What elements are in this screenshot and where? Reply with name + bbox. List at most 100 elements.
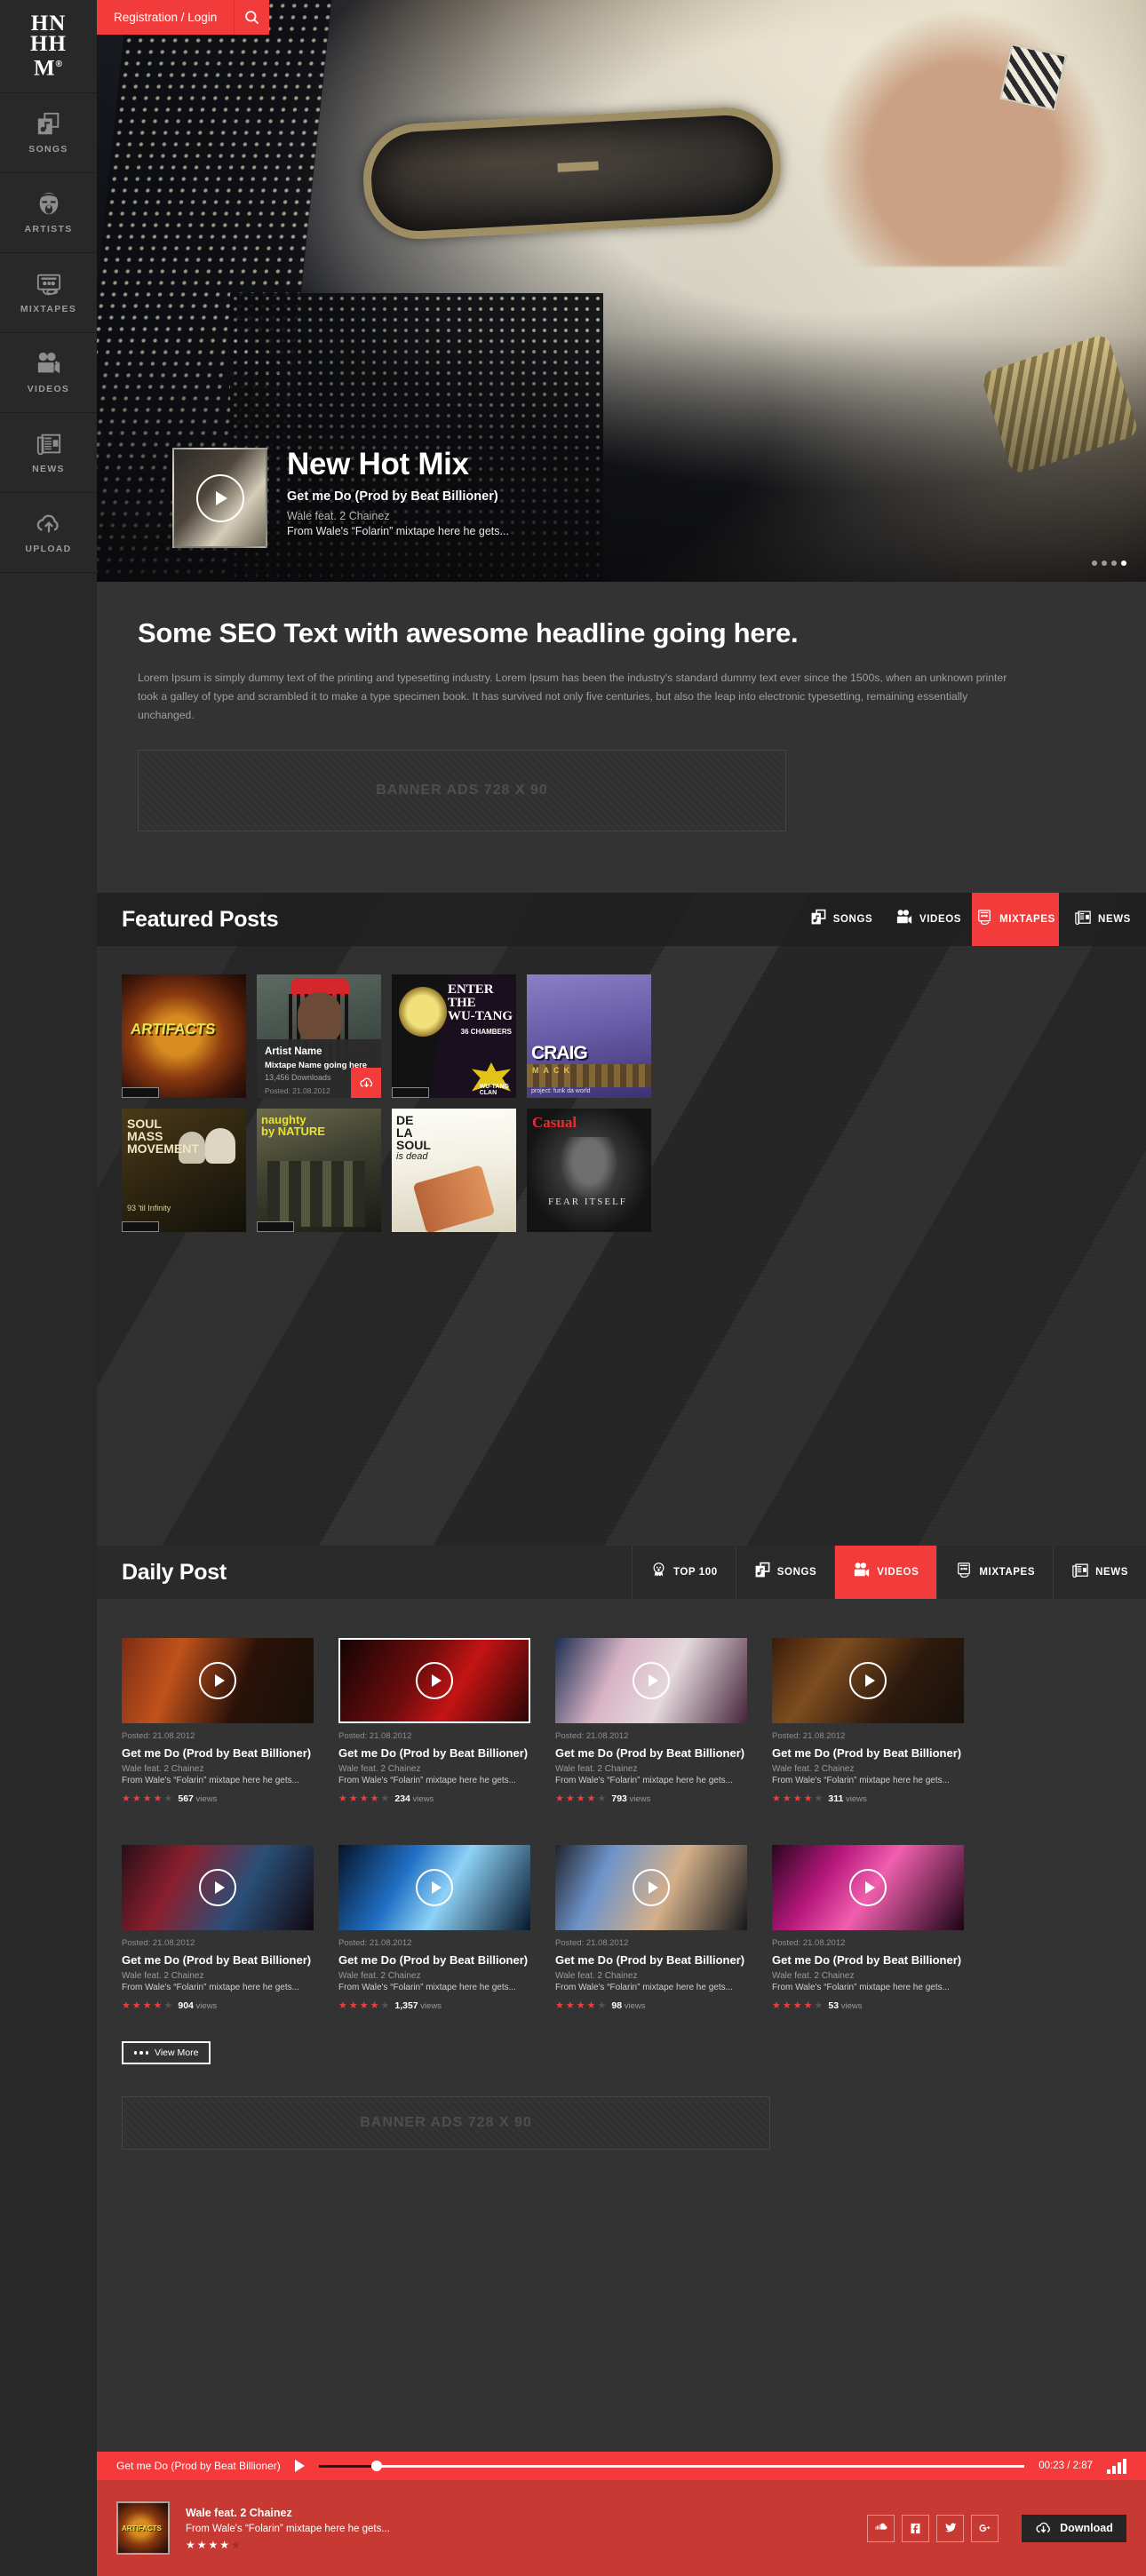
view-count: 1,357 views bbox=[394, 2000, 442, 2011]
soundcloud-share-button[interactable] bbox=[867, 2514, 895, 2542]
banner-ad-bottom[interactable]: BANNER ADS 728 X 90 bbox=[122, 2096, 770, 2150]
video-card[interactable]: Posted: 21.08.2012 Get me Do (Prod by Be… bbox=[555, 1845, 747, 2011]
featured-card[interactable] bbox=[122, 974, 246, 1098]
tab-songs[interactable]: SONGS bbox=[735, 1546, 835, 1599]
video-thumbnail[interactable] bbox=[555, 1845, 747, 1930]
star-rating[interactable]: ★ ★ ★ ★ ★ bbox=[772, 1793, 823, 1804]
tab-news[interactable]: NEWS bbox=[1053, 1546, 1146, 1599]
video-thumbnail[interactable] bbox=[772, 1638, 964, 1723]
featured-card[interactable]: DE LA SOUL is dead bbox=[392, 1109, 516, 1232]
album-thumbnail[interactable] bbox=[116, 2501, 170, 2555]
album-cover-art: ENTER THE WU-TANG 36 CHAMBERS WU-TANG CLAN bbox=[392, 974, 516, 1098]
logo-line-3: M® bbox=[34, 54, 63, 80]
featured-card[interactable]: ENTER THE WU-TANG 36 CHAMBERS WU-TANG CLAN bbox=[392, 974, 516, 1098]
progress-slider[interactable] bbox=[318, 2461, 1025, 2471]
video-card[interactable]: Posted: 21.08.2012 Get me Do (Prod by Be… bbox=[555, 1638, 747, 1804]
star-rating[interactable]: ★ ★ ★ ★ ★ bbox=[122, 1793, 172, 1804]
newspaper-icon bbox=[35, 431, 63, 457]
video-thumbnail-selected[interactable] bbox=[338, 1638, 530, 1723]
sidebar-item-label: MIXTAPES bbox=[20, 304, 77, 314]
carousel-dot[interactable] bbox=[1102, 561, 1107, 566]
play-icon[interactable] bbox=[849, 1869, 887, 1906]
star-rating[interactable]: ★ ★ ★ ★ ★ bbox=[555, 2000, 606, 2011]
video-thumbnail[interactable] bbox=[772, 1845, 964, 1930]
sidebar-item-news[interactable]: NEWS bbox=[0, 413, 97, 493]
carousel-dot[interactable] bbox=[1111, 561, 1117, 566]
cassette-icon bbox=[975, 909, 993, 931]
featured-card[interactable]: CRAIG MACK project: funk da world bbox=[527, 974, 651, 1098]
star-rating[interactable]: ★ ★ ★ ★ ★ bbox=[122, 2000, 172, 2011]
hero-thumbnail[interactable] bbox=[172, 448, 267, 548]
download-label: Download bbox=[1060, 2522, 1113, 2534]
video-thumbnail[interactable] bbox=[122, 1845, 314, 1930]
sidebar-item-artists[interactable]: ARTISTS bbox=[0, 173, 97, 253]
logo[interactable]: HN HH M® bbox=[0, 0, 97, 93]
sidebar-item-upload[interactable]: UPLOAD bbox=[0, 493, 97, 573]
play-icon[interactable] bbox=[849, 1662, 887, 1699]
hero-carousel-dots[interactable] bbox=[1092, 561, 1126, 566]
tab-songs[interactable]: SONGS bbox=[798, 893, 885, 946]
twitter-share-button[interactable] bbox=[936, 2514, 964, 2542]
tab-mixtapes[interactable]: MIXTAPES bbox=[936, 1546, 1053, 1599]
tab-top100[interactable]: TOP 100 bbox=[631, 1546, 736, 1599]
posted-date: Posted: 21.08.2012 bbox=[555, 1731, 629, 1741]
video-rating-row: ★ ★ ★ ★ ★ 53 views bbox=[772, 2000, 964, 2011]
featured-card[interactable]: SOUL MASS MOVEMENT 93 'til Infinity bbox=[122, 1109, 246, 1232]
video-thumbnail[interactable] bbox=[122, 1638, 314, 1723]
video-description: From Wale's “Folarin” mixtape here he ge… bbox=[772, 1983, 950, 1992]
play-icon[interactable] bbox=[195, 473, 244, 522]
play-icon[interactable] bbox=[199, 1662, 236, 1699]
featured-card-highlighted[interactable]: Artist Name Mixtape Name going here 13,4… bbox=[257, 974, 381, 1098]
play-icon[interactable] bbox=[416, 1662, 453, 1699]
search-button[interactable] bbox=[234, 0, 270, 35]
sidebar-item-videos[interactable]: VIDEOS bbox=[0, 333, 97, 413]
cassette-icon bbox=[955, 1562, 973, 1584]
play-icon[interactable] bbox=[199, 1869, 236, 1906]
video-card[interactable]: Posted: 21.08.2012 Get me Do (Prod by Be… bbox=[772, 1638, 964, 1804]
video-thumbnail[interactable] bbox=[338, 1845, 530, 1930]
star-rating[interactable]: ★ ★ ★ ★ ★ bbox=[186, 2540, 851, 2550]
carousel-dot[interactable] bbox=[1092, 561, 1097, 566]
top-bar: Registration / Login bbox=[97, 0, 270, 35]
carousel-dot-active[interactable] bbox=[1121, 561, 1126, 566]
sidebar-item-mixtapes[interactable]: MIXTAPES bbox=[0, 253, 97, 333]
featured-card[interactable]: Casual FEAR ITSELF bbox=[527, 1109, 651, 1232]
download-button[interactable]: Download bbox=[1022, 2514, 1126, 2542]
view-count-number: 98 bbox=[611, 2000, 623, 2011]
video-card[interactable]: Posted: 21.08.2012 Get me Do (Prod by Be… bbox=[338, 1845, 530, 2011]
play-icon[interactable] bbox=[633, 1662, 670, 1699]
tab-videos[interactable]: VIDEOS bbox=[834, 1546, 937, 1599]
star-rating[interactable]: ★ ★ ★ ★ ★ bbox=[338, 1793, 389, 1804]
star-rating[interactable]: ★ ★ ★ ★ ★ bbox=[772, 2000, 823, 2011]
play-button[interactable] bbox=[294, 2460, 305, 2472]
video-card[interactable]: Posted: 21.08.2012 Get me Do (Prod by Be… bbox=[772, 1845, 964, 2011]
star-rating[interactable]: ★ ★ ★ ★ ★ bbox=[555, 1793, 606, 1804]
play-icon[interactable] bbox=[633, 1869, 670, 1906]
googleplus-share-button[interactable] bbox=[971, 2514, 999, 2542]
ring-decor bbox=[999, 44, 1067, 111]
video-title: Get me Do (Prod by Beat Billioner) bbox=[338, 1746, 529, 1760]
view-more-button[interactable]: View More bbox=[122, 2041, 211, 2064]
video-card[interactable]: Posted: 21.08.2012 Get me Do (Prod by Be… bbox=[122, 1845, 314, 2011]
tab-mixtapes[interactable]: MIXTAPES bbox=[972, 893, 1059, 946]
cloud-upload-icon bbox=[35, 511, 63, 537]
video-thumbnail[interactable] bbox=[555, 1638, 747, 1723]
video-card[interactable]: Posted: 21.08.2012 Get me Do (Prod by Be… bbox=[338, 1638, 530, 1804]
progress-knob[interactable] bbox=[371, 2461, 383, 2471]
video-rating-row: ★ ★ ★ ★ ★ 567 views bbox=[122, 1793, 314, 1804]
artist-face-icon bbox=[35, 191, 63, 218]
play-icon[interactable] bbox=[416, 1869, 453, 1906]
banner-ad-top[interactable]: BANNER ADS 728 X 90 bbox=[138, 750, 786, 831]
video-rating-row: ★ ★ ★ ★ ★ 311 views bbox=[772, 1793, 964, 1804]
video-card[interactable]: Posted: 21.08.2012 Get me Do (Prod by Be… bbox=[122, 1638, 314, 1804]
tab-videos[interactable]: VIDEOS bbox=[885, 893, 972, 946]
featured-card[interactable]: naughty by NATURE bbox=[257, 1109, 381, 1232]
star-rating[interactable]: ★ ★ ★ ★ ★ bbox=[338, 2000, 389, 2011]
download-button[interactable] bbox=[351, 1068, 381, 1098]
sidebar-item-songs[interactable]: SONGS bbox=[0, 93, 97, 173]
player-description: From Wale's “Folarin” mixtape here he ge… bbox=[186, 2523, 390, 2534]
tab-news[interactable]: NEWS bbox=[1059, 893, 1146, 946]
facebook-share-button[interactable] bbox=[902, 2514, 929, 2542]
volume-icon[interactable] bbox=[1107, 2458, 1126, 2474]
registration-login-button[interactable]: Registration / Login bbox=[97, 0, 235, 35]
